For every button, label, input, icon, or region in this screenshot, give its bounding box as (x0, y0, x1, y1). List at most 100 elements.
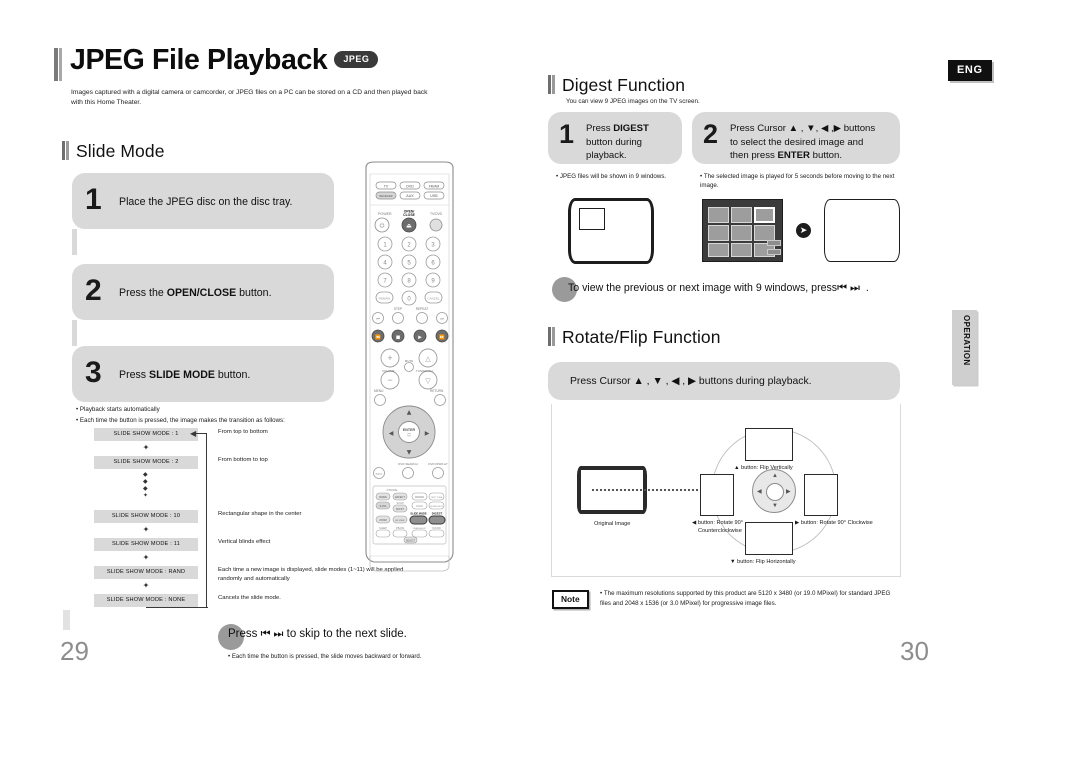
svg-text:RECEIVER: RECEIVER (379, 194, 392, 198)
section-bar-icon (62, 141, 69, 160)
digest-step-2: 2 Press Cursor ▲ , ▼, ◀ ,▶ buttons to se… (692, 112, 900, 164)
bullet-2-text: Each time the button is pressed, the ima… (79, 416, 285, 424)
svg-text:POWER: POWER (378, 212, 392, 216)
svg-text:ENTER: ENTER (403, 428, 416, 432)
step-1-number: 1 (85, 183, 102, 216)
language-badge: ENG (948, 60, 992, 81)
svg-text:CANCEL: CANCEL (427, 297, 440, 301)
svg-text:⏻: ⏻ (380, 223, 385, 230)
section-bar-icon (548, 327, 555, 346)
svg-text:REMAIN: REMAIN (379, 297, 391, 301)
svg-text:EZ VIEW: EZ VIEW (396, 520, 406, 522)
digest-step-1-note-text: JPEG files will be shown in 9 windows. (559, 173, 667, 180)
digest-step-2-text: Press Cursor ▲ , ▼, ◀ ,▶ buttons to sele… (730, 122, 875, 163)
flow-item-5: SLIDE SHOW MODE : RAND Each time a new i… (94, 566, 403, 582)
svg-text:TV: TV (384, 184, 389, 188)
digest-step-1-line1-bold: DIGEST (613, 123, 649, 134)
flow-arrow-1-icon: ✦ (142, 443, 150, 452)
tv-screen-result (824, 199, 900, 262)
svg-text:+: + (387, 353, 392, 363)
title-accent-bar (54, 48, 62, 81)
digest-thumbnail-1[interactable] (708, 207, 729, 223)
digest-thumbnail-4[interactable] (708, 225, 729, 241)
page-title-text: JPEG File Playback (70, 44, 328, 76)
digest-section-heading: Digest Function (548, 75, 685, 96)
dpad-up-icon: ▲ (772, 473, 778, 479)
svg-text:TEST TONE: TEST TONE (431, 497, 443, 499)
digest-thumbnail-2[interactable] (731, 207, 752, 223)
digest-thumbnail-8[interactable] (731, 243, 752, 257)
view-pre: To view the previous or next image with … (568, 282, 838, 294)
svg-text:REPEAT: REPEAT (416, 307, 429, 311)
page-number-right: 30 (900, 636, 929, 666)
svg-text:−: − (387, 375, 392, 385)
rotate-title: Rotate/Flip Function (562, 327, 721, 347)
digest-9-window-screen (702, 199, 783, 262)
view-track-icons: ⏮ ⏭ (837, 282, 860, 294)
step-3-text-pre: Press (119, 369, 150, 381)
digest-thumbnail-3-selected[interactable] (754, 207, 775, 223)
svg-text:⏭: ⏭ (440, 316, 444, 321)
svg-text:SOUND EDIT: SOUND EDIT (430, 506, 444, 508)
dpad-icon: ▲ ▼ ◀ ▶ (752, 469, 796, 513)
remote-control-svg: TV DVD FM/AM RECEIVER AUX USB POWER OPEN… (365, 161, 454, 572)
page-title: JPEG File Playback JPEG (70, 44, 379, 77)
flow-loop-arrowhead-icon: ◀ (190, 428, 197, 438)
page-number-left-bar (63, 610, 70, 630)
flow-label-6: SLIDE SHOW MODE : NONE (94, 594, 198, 607)
flow-item-4: SLIDE SHOW MODE : 11 Vertical blinds eff… (94, 538, 270, 551)
rotate-ccw-label-line1: ◀ button: Rotate 90° (692, 520, 744, 526)
flow-item-2: SLIDE SHOW MODE : 2 From bottom to top (94, 456, 268, 469)
step-2-text: Press the OPEN/CLOSE button. (119, 287, 272, 299)
section-bar-icon (548, 75, 555, 94)
intro-text: Images captured with a digital camera or… (71, 89, 428, 107)
svg-text:VOLUME: VOLUME (382, 369, 395, 373)
digest-osd-button-1[interactable] (767, 240, 781, 246)
svg-text:MUTE: MUTE (405, 359, 414, 363)
svg-text:◀: ◀ (389, 430, 394, 437)
digest-osd-button-2[interactable] (767, 249, 781, 255)
flow-loop-bottom (146, 607, 208, 609)
view-instruction: To view the previous or next image with … (568, 282, 869, 295)
step-3-text-post: button. (214, 369, 251, 381)
digest-thumbnail-6[interactable] (754, 225, 775, 241)
svg-text:ZOOM: ZOOM (379, 519, 386, 522)
digest-step-1-line1-pre: Press (586, 123, 614, 134)
svg-text:USB: USB (430, 194, 438, 198)
svg-text:△: △ (425, 355, 431, 363)
skip-subnote: • Each time the button is pressed, the s… (228, 653, 422, 660)
step-3-text-bold: SLIDE MODE (149, 369, 215, 381)
svg-text:▲: ▲ (407, 409, 412, 416)
bullet-1-text: Playback starts automatically (79, 406, 160, 413)
arrow-right-icon: ➤ (796, 223, 811, 238)
svg-text:SELECT: SELECT (406, 539, 416, 542)
digest-thumbnail-5[interactable] (731, 225, 752, 241)
slide-mode-section-heading: Slide Mode (62, 141, 165, 162)
svg-text:TV/DVD: TV/DVD (430, 212, 443, 216)
remote-control-illustration: TV DVD FM/AM RECEIVER AUX USB POWER OPEN… (352, 160, 467, 572)
flow-item-6: SLIDE SHOW MODE : NONE Cancels the slide… (94, 594, 281, 607)
rotate-ccw-result-tv (700, 474, 734, 516)
digest-step-2-note-text: The selected image is played for 5 secon… (700, 173, 895, 190)
svg-text:LOGO: LOGO (416, 505, 423, 508)
step-2-text-bold: OPEN/CLOSE (166, 287, 237, 299)
digest-step-2-line2: to select the desired image and (730, 136, 864, 148)
jpeg-badge: JPEG (334, 51, 379, 68)
step-1-edge (72, 229, 77, 255)
svg-text:MO/ST: MO/ST (396, 508, 404, 511)
rotate-flip-diagram: Original Image ▲ button: Flip Vertically… (551, 404, 901, 577)
digest-step-1-number: 1 (559, 119, 575, 149)
rotate-cw-label: ▶ button: Rotate 90° Clockwise (795, 520, 873, 526)
step-1: 1 Place the JPEG disc on the disc tray. (72, 173, 334, 229)
digest-title: Digest Function (562, 75, 686, 95)
digest-step-1-text: Press DIGEST button during playback. (586, 122, 649, 163)
svg-text:⏩: ⏩ (439, 333, 445, 340)
skip-post: to skip to the next slide. (283, 628, 407, 640)
svg-text:STEP: STEP (394, 307, 402, 311)
svg-text:SLEEP: SLEEP (379, 527, 387, 530)
rotate-section-heading: Rotate/Flip Function (548, 327, 721, 348)
note-text-content: The maximum resolutions supported by thi… (600, 590, 891, 607)
digest-thumbnail-7[interactable] (708, 243, 729, 257)
step-2-text-pre: Press the (119, 287, 167, 299)
left-page: JPEG File Playback JPEG Images captured w… (0, 0, 530, 763)
